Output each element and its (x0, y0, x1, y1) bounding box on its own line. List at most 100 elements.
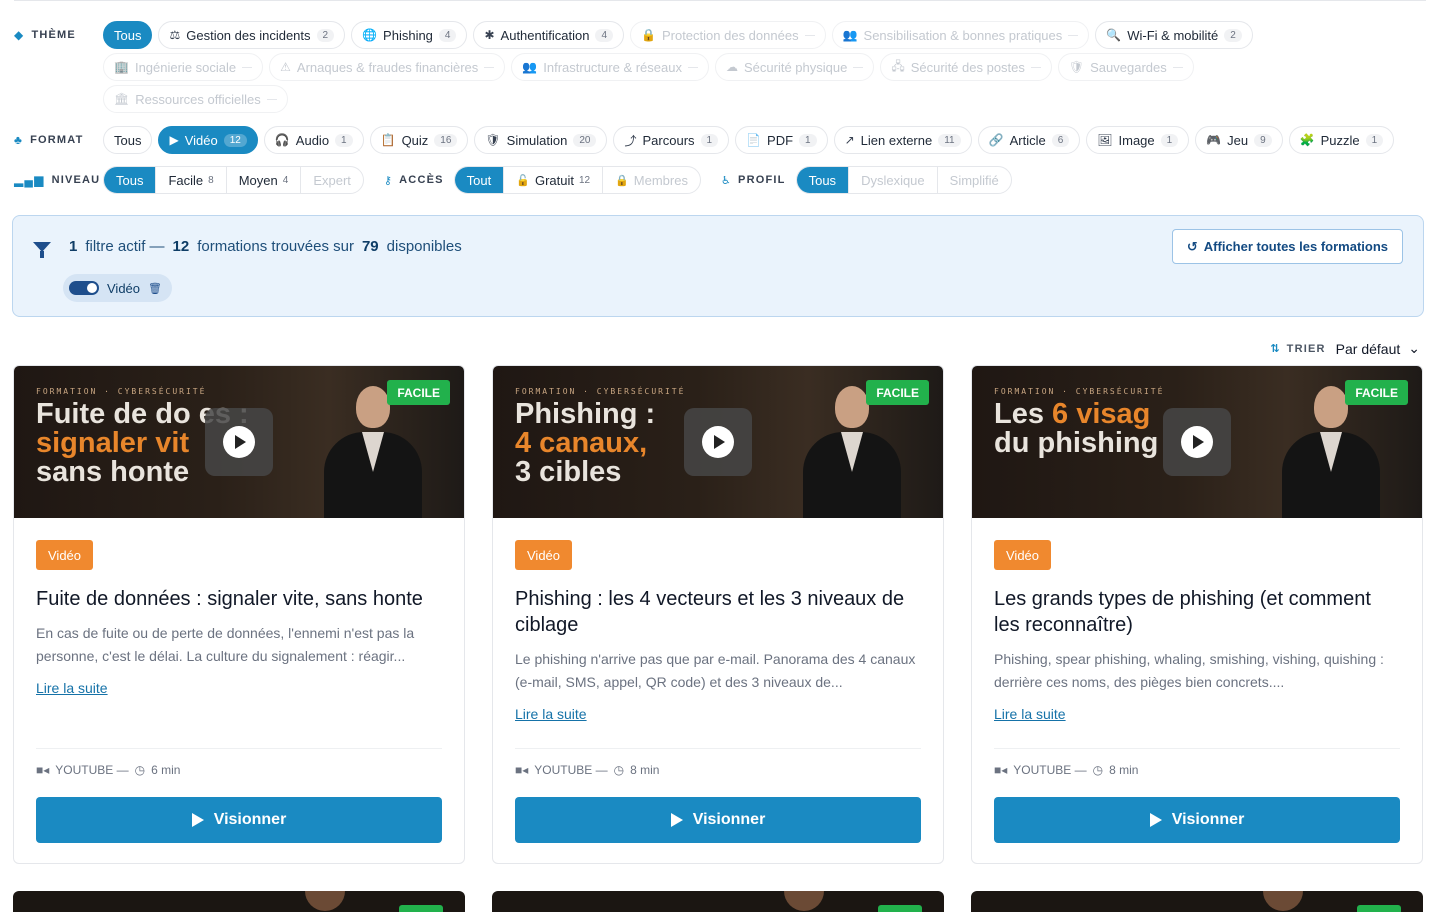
acces-option-tout[interactable]: Tout (454, 167, 505, 193)
watch-button[interactable]: Visionner (515, 797, 921, 843)
format-chip-pdf[interactable]: 📄 PDF 1 (735, 126, 828, 154)
theme-chip-ressources-officielles[interactable]: 🏛 Ressources officielles (103, 85, 288, 113)
filter-summary-banner: 1 filtre actif — 12 formations trouvées … (12, 215, 1424, 317)
clock-icon: ◷ (1092, 763, 1104, 777)
chip-count: 9 (1254, 133, 1272, 147)
format-chip-quiz[interactable]: 📋 Quiz 16 (369, 126, 469, 154)
format-chip-parcours[interactable]: ⤴ Parcours 1 (613, 126, 730, 154)
chip-label: Ressources officielles (135, 91, 261, 107)
theme-chip-sauvegardes[interactable]: 🛡 Sauvegardes (1057, 53, 1194, 81)
thumb-title: Les 6 visag du phishing (994, 400, 1158, 458)
chip-dash (687, 66, 698, 68)
profil-option-dyslexique[interactable]: Dyslexique (849, 167, 938, 193)
card-partial (492, 891, 944, 912)
theme-chip-infrastructure-reseaux[interactable]: 👥 Infrastructure & réseaux (511, 53, 709, 81)
card-title[interactable]: Les grands types de phishing (et comment… (994, 586, 1400, 638)
thumb-title: Phishing : 4 canaux, 3 cibles (515, 400, 655, 487)
acces-option-membres[interactable]: 🔒 Membres (603, 167, 700, 193)
source-label: YOUTUBE — (55, 763, 129, 777)
level-badge (399, 905, 443, 912)
video-thumbnail[interactable]: FORMATION · CYBERSÉCURITÉ Phishing : 4 c… (493, 366, 943, 518)
thumb-line1b: 6 visag (1052, 398, 1151, 430)
read-more-link[interactable]: Lire la suite (515, 706, 587, 722)
video-thumbnail[interactable]: FORMATION · CYBERSÉCURITÉ Fuite de do es… (14, 366, 464, 518)
theme-chip-phishing[interactable]: 🌐 Phishing 4 (351, 21, 468, 49)
theme-chip-arnaques-fraudes-financieres[interactable]: ⚠ Arnaques & fraudes financières (269, 53, 506, 81)
format-chip-image[interactable]: 🖼 Image 1 (1086, 126, 1190, 154)
theme-chip-securite-des-postes[interactable]: 🖧 Sécurité des postes (880, 53, 1052, 81)
theme-label-wrap: ◆ THÈME (14, 21, 103, 49)
acces-option-gratuit[interactable]: 🔓 Gratuit 12 (504, 167, 604, 193)
format-chip-puzzle[interactable]: 🧩 Puzzle 1 (1288, 126, 1395, 154)
niveau-option-facile[interactable]: Facile 8 (156, 167, 227, 193)
format-chip-lien-externe[interactable]: ↗ Lien externe 11 (833, 126, 972, 154)
trash-icon[interactable]: 🗑 (148, 282, 162, 295)
niveau-option-tous[interactable]: Tous (104, 167, 157, 193)
play-button[interactable] (205, 408, 273, 476)
format-chip-video[interactable]: ▶ Vidéo 12 (158, 126, 258, 154)
chip-label: Tous (114, 27, 142, 43)
theme-chip-protection-des-donnees[interactable]: 🔒 Protection des données (630, 21, 826, 49)
shapes-icon: ♣ (14, 133, 24, 147)
card-description: Le phishing n'arrive pas que par e-mail.… (515, 651, 916, 690)
sensibilisation-bonnes-pratiques-icon: 👥 (842, 28, 858, 42)
play-icon (670, 813, 683, 827)
chip-count: 11 (938, 133, 961, 147)
niveau-option-expert[interactable]: Expert (301, 167, 363, 193)
thumb-line1: Les (994, 398, 1044, 430)
video-thumbnail[interactable]: FORMATION · CYBERSÉCURITÉ Les 6 visag du… (972, 366, 1422, 518)
format-chip-audio[interactable]: 🎧 Audio 1 (263, 126, 364, 154)
card-title[interactable]: Phishing : les 4 vecteurs et les 3 nivea… (515, 586, 921, 638)
funnel-icon (33, 241, 51, 258)
niveau-option-moyen[interactable]: Moyen 4 (227, 167, 302, 193)
option-label: Moyen (238, 172, 278, 188)
found-count: 12 (172, 238, 190, 255)
presenter-head (1314, 386, 1348, 428)
sort-label-wrap: ⇅ TRIER (1270, 342, 1325, 356)
format-chip-jeu[interactable]: 🎮 Jeu 9 (1195, 126, 1283, 154)
watch-button[interactable]: Visionner (994, 797, 1400, 843)
profil-label: PROFIL (738, 174, 786, 186)
read-more-link[interactable]: Lire la suite (994, 706, 1066, 722)
found-text: formations trouvées sur (197, 238, 354, 255)
theme-chip-authentification[interactable]: ✱ Authentification 4 (473, 21, 625, 49)
play-button[interactable] (684, 408, 752, 476)
watch-button[interactable]: Visionner (36, 797, 442, 843)
theme-chip-securite-physique[interactable]: ☁ Sécurité physique (714, 53, 875, 81)
chip-dash (1172, 66, 1183, 68)
theme-filter-row: ◆ THÈME Tous ⚖ Gestion des incidents 2 🌐 Phis… (14, 21, 1323, 113)
theme-chip-ingenierie-sociale[interactable]: 🏢 Ingénierie sociale (103, 53, 264, 81)
active-filter-count: 1 (69, 238, 78, 255)
theme-chip-sensibilisation-bonnes-pratiques[interactable]: 👥 Sensibilisation & bonnes pratiques (831, 21, 1090, 49)
profil-option-tous[interactable]: Tous (796, 167, 850, 193)
format-chips: Tous ▶ Vidéo 12 🎧 Audio 1 📋 Quiz 16 🛡 Simulation 20 ⤴… (103, 126, 1403, 154)
option-label: Tout (466, 172, 492, 188)
chip-count: 1 (335, 133, 353, 147)
active-filter-pill[interactable]: Vidéo 🗑 (63, 274, 172, 302)
theme-chip-gestion-des-incidents[interactable]: ⚖ Gestion des incidents 2 (158, 21, 346, 49)
card-title[interactable]: Fuite de données : signaler vite, sans h… (36, 586, 442, 612)
theme-chip-tous[interactable]: Tous (103, 21, 153, 49)
profil-option-simplifie[interactable]: Simplifié (938, 167, 1011, 193)
format-chip-tous[interactable]: Tous (103, 126, 153, 154)
sort-icon: ⇅ (1270, 343, 1281, 355)
course-card: FORMATION · CYBERSÉCURITÉ Fuite de do es… (13, 365, 465, 864)
authentification-icon: ✱ (484, 28, 495, 42)
show-all-button[interactable]: ↺ Afficher toutes les formations (1171, 229, 1403, 264)
play-button[interactable] (1163, 408, 1231, 476)
format-chip-simulation[interactable]: 🛡 Simulation 20 (474, 126, 608, 154)
option-label: Tous (116, 172, 144, 188)
type-badge: Vidéo (36, 540, 94, 570)
theme-chip-wi-fi-mobilite[interactable]: 🔍 Wi-Fi & mobilité 2 (1095, 21, 1253, 49)
format-filter-row: ♣ FORMAT Tous ▶ Vidéo 12 🎧 Audio 1 📋 Quiz 16 🛡 Simu… (14, 126, 1403, 154)
type-badge: Vidéo (994, 540, 1052, 570)
card-description: En cas de fuite ou de perte de données, … (36, 625, 415, 664)
toggle-icon[interactable] (69, 281, 99, 295)
read-more-link[interactable]: Lire la suite (36, 680, 108, 696)
format-chip-article[interactable]: 🔗 Article 6 (977, 126, 1081, 154)
sort-select[interactable]: Par défaut ⌄ (1336, 340, 1420, 357)
chip-label: PDF (767, 132, 794, 148)
presenter-image (318, 386, 428, 518)
level-access-profile-row: ▂▄▆ NIVEAU Tous Facile 8 Moyen 4 Expert ⚷ ACC… (14, 166, 1012, 194)
pdf-icon: 📄 (746, 133, 762, 147)
